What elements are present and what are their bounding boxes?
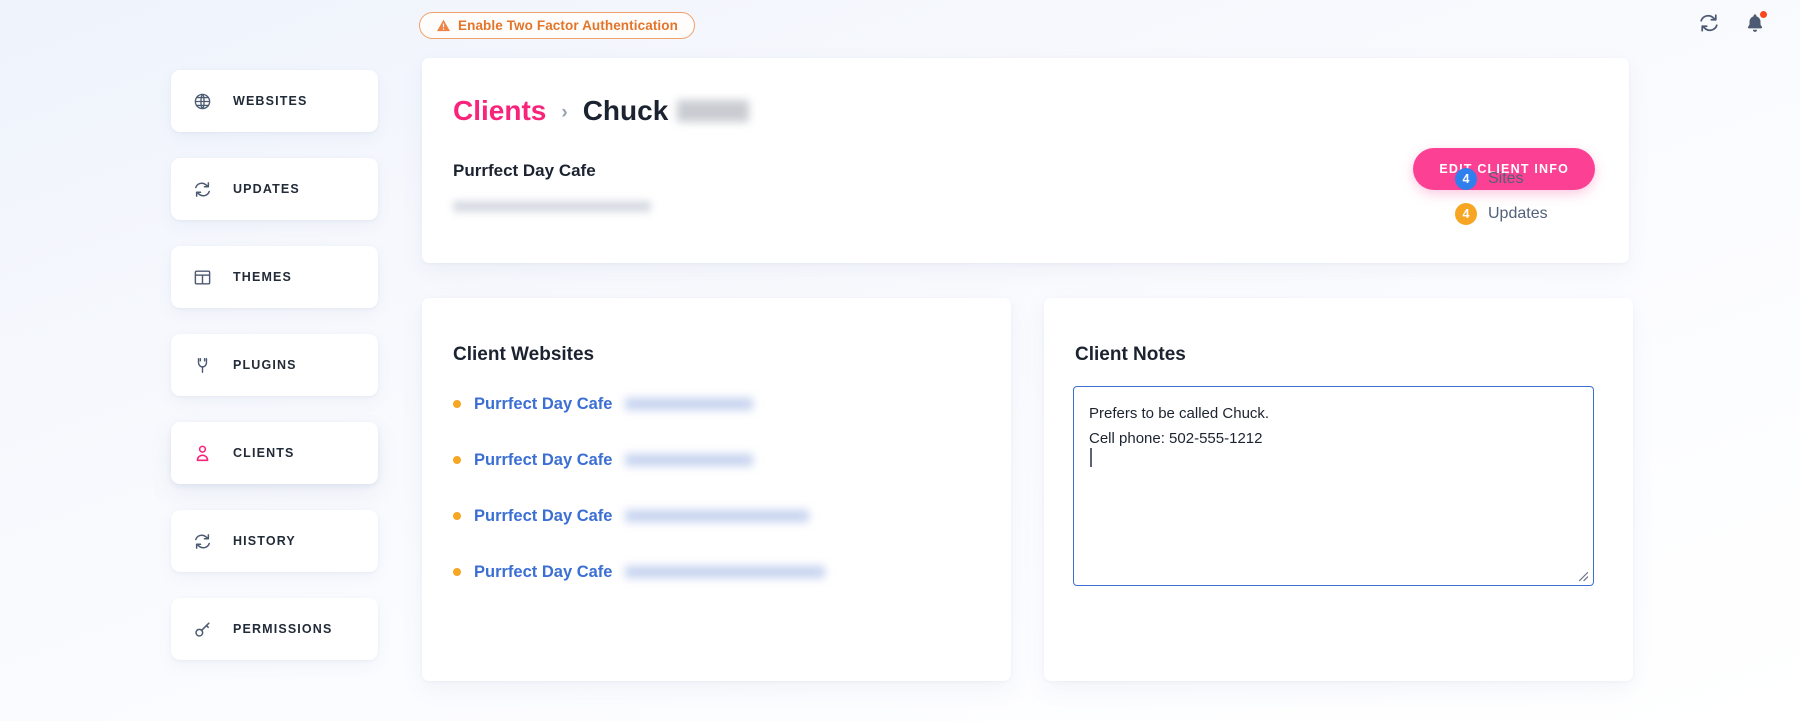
list-item[interactable]: Purrfect Day Cafe <box>453 544 991 600</box>
person-icon <box>193 444 212 463</box>
stat-updates: 4 Updates <box>1455 203 1548 225</box>
sidebar-item-label: UPDATES <box>233 182 300 196</box>
client-first-name: Chuck <box>583 95 669 127</box>
twofa-label: Enable Two Factor Authentication <box>458 18 678 33</box>
client-last-name-redacted <box>677 100 749 122</box>
sidebar-item-themes[interactable]: THEMES <box>171 246 378 308</box>
text-caret <box>1090 448 1092 467</box>
client-notes-card: Client Notes <box>1044 298 1633 681</box>
site-name-link[interactable]: Purrfect Day Cafe <box>474 451 612 470</box>
plug-icon <box>193 356 212 375</box>
enable-two-factor-authentication-button[interactable]: Enable Two Factor Authentication <box>419 12 695 39</box>
client-email-redacted <box>453 201 651 212</box>
site-name-link[interactable]: Purrfect Day Cafe <box>474 507 612 526</box>
browser-window-icon <box>193 268 212 287</box>
client-websites-list: Purrfect Day Cafe Purrfect Day Cafe Purr… <box>453 376 991 600</box>
globe-icon <box>193 92 212 111</box>
status-dot-icon <box>453 400 461 408</box>
sidebar-item-label: WEBSITES <box>233 94 307 108</box>
status-dot-icon <box>453 512 461 520</box>
key-icon <box>193 620 212 639</box>
sidebar-item-label: PLUGINS <box>233 358 297 372</box>
breadcrumb-clients-link[interactable]: Clients <box>453 95 546 127</box>
status-dot-icon <box>453 456 461 464</box>
list-item[interactable]: Purrfect Day Cafe <box>453 488 991 544</box>
sidebar-item-permissions[interactable]: PERMISSIONS <box>171 598 378 660</box>
client-websites-title: Client Websites <box>453 344 594 366</box>
sidebar-item-plugins[interactable]: PLUGINS <box>171 334 378 396</box>
top-bar: Enable Two Factor Authentication <box>0 0 1800 48</box>
sidebar-item-updates[interactable]: UPDATES <box>171 158 378 220</box>
organization-name: Purrfect Day Cafe <box>453 161 596 181</box>
sites-label: Sites <box>1488 170 1524 188</box>
sync-refresh-icon[interactable] <box>1698 12 1720 34</box>
site-url-redacted <box>625 566 825 578</box>
sites-count-badge: 4 <box>1455 168 1477 190</box>
notification-unread-dot <box>1760 11 1767 18</box>
breadcrumb-separator-icon: › <box>561 102 567 124</box>
client-notes-textarea[interactable] <box>1073 386 1594 586</box>
client-header-card: Clients › Chuck EDIT CLIENT INFO Purrfec… <box>422 58 1629 263</box>
sidebar-item-websites[interactable]: WEBSITES <box>171 70 378 132</box>
status-dot-icon <box>453 568 461 576</box>
warning-triangle-icon <box>436 18 451 33</box>
list-item[interactable]: Purrfect Day Cafe <box>453 376 991 432</box>
stat-sites: 4 Sites <box>1455 168 1548 190</box>
site-name-link[interactable]: Purrfect Day Cafe <box>474 563 612 582</box>
topbar-icon-group <box>1698 12 1766 34</box>
client-websites-card: Client Websites Purrfect Day Cafe Purrfe… <box>422 298 1011 681</box>
sync-refresh-icon <box>193 532 212 551</box>
sidebar-item-label: THEMES <box>233 270 292 284</box>
updates-label: Updates <box>1488 205 1548 223</box>
sidebar: WEBSITES UPDATES THEMES PLUGINS <box>171 70 378 686</box>
sidebar-item-label: PERMISSIONS <box>233 622 332 636</box>
site-url-redacted <box>625 398 753 410</box>
site-url-redacted <box>625 454 753 466</box>
site-url-redacted <box>625 510 809 522</box>
breadcrumb: Clients › Chuck <box>453 95 749 127</box>
sync-refresh-icon <box>193 180 212 199</box>
sidebar-item-label: HISTORY <box>233 534 296 548</box>
list-item[interactable]: Purrfect Day Cafe <box>453 432 991 488</box>
site-name-link[interactable]: Purrfect Day Cafe <box>474 395 612 414</box>
sidebar-item-clients[interactable]: CLIENTS <box>171 422 378 484</box>
sidebar-item-label: CLIENTS <box>233 446 295 460</box>
client-notes-title: Client Notes <box>1075 344 1186 366</box>
updates-count-badge: 4 <box>1455 203 1477 225</box>
sidebar-item-history[interactable]: HISTORY <box>171 510 378 572</box>
client-stats: 4 Sites 4 Updates <box>1455 168 1548 238</box>
breadcrumb-current-client: Chuck <box>583 95 750 127</box>
notification-bell-button[interactable] <box>1744 12 1766 34</box>
